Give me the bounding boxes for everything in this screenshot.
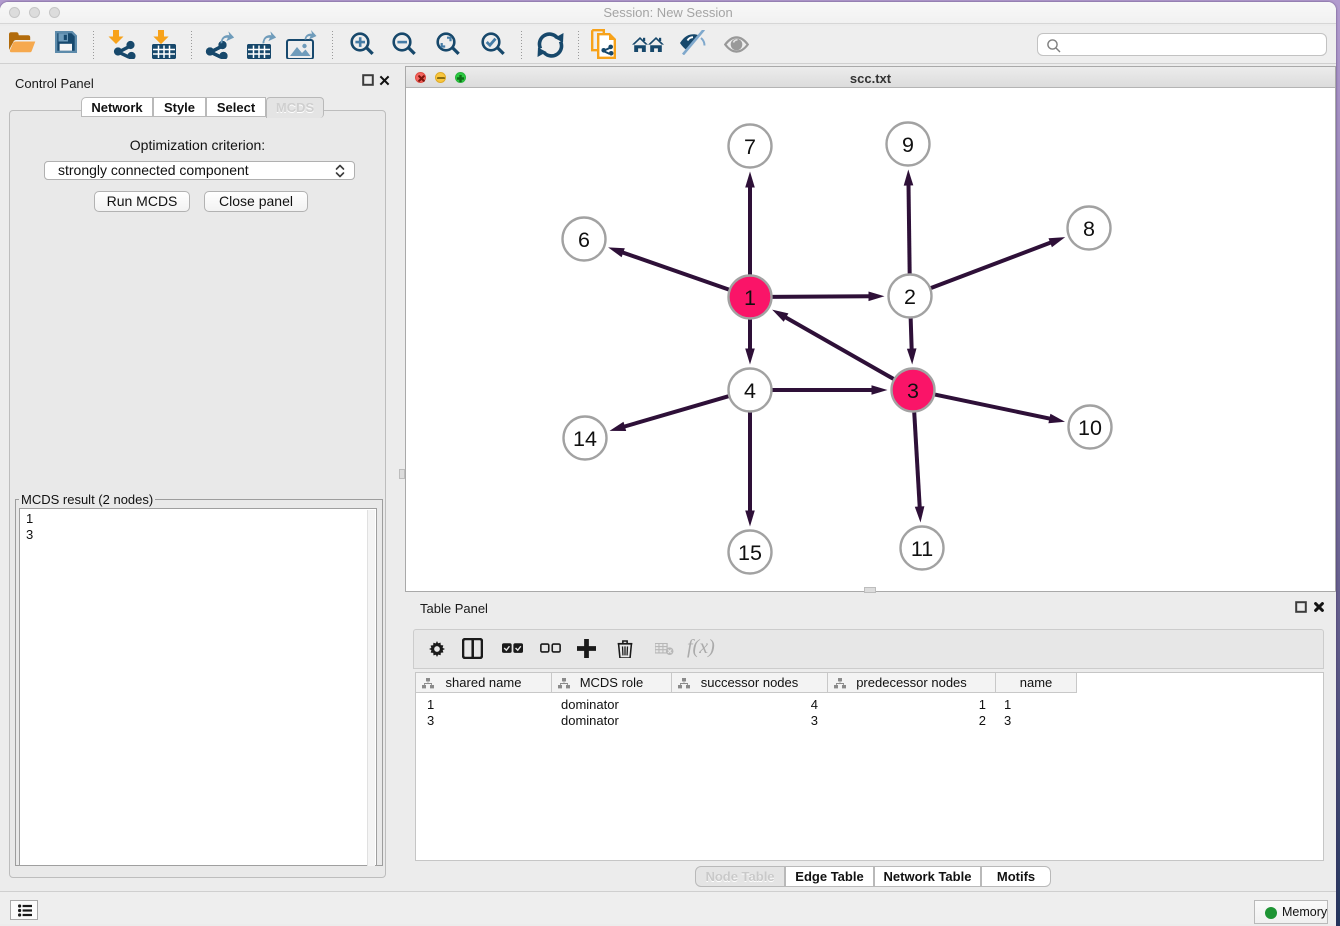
svg-text:11: 11 — [911, 537, 933, 561]
svg-text:3: 3 — [907, 379, 919, 403]
svg-text:2: 2 — [904, 285, 916, 309]
svg-text:6: 6 — [578, 228, 590, 252]
svg-text:1: 1 — [744, 286, 756, 310]
svg-text:10: 10 — [1078, 416, 1102, 440]
svg-text:8: 8 — [1083, 217, 1095, 241]
svg-text:9: 9 — [902, 133, 914, 157]
svg-text:14: 14 — [573, 427, 597, 451]
svg-text:7: 7 — [744, 135, 756, 159]
svg-text:15: 15 — [738, 541, 762, 565]
svg-text:4: 4 — [744, 379, 756, 403]
